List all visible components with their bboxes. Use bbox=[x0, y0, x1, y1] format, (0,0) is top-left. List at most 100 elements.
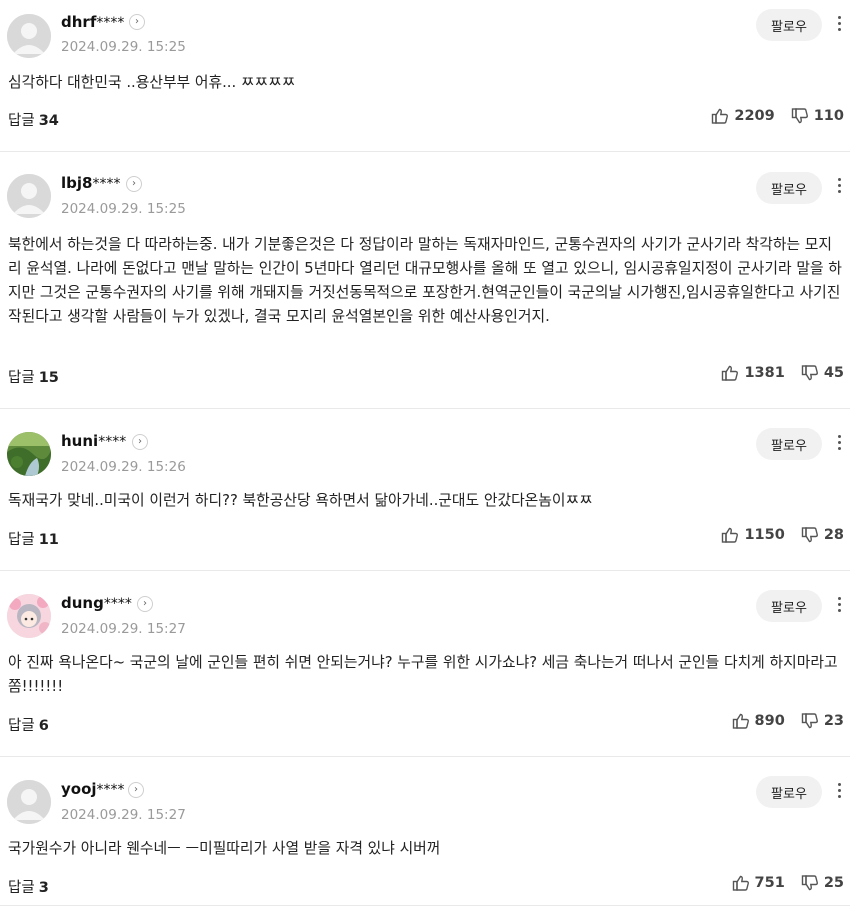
reply-label: 답글 bbox=[8, 718, 35, 734]
reply-button[interactable]: 답글 3 bbox=[8, 876, 49, 897]
dislike-count: 28 bbox=[823, 527, 844, 543]
follow-button[interactable]: 팔로우 bbox=[756, 776, 822, 808]
like-count: 2209 bbox=[734, 108, 775, 124]
reply-button[interactable]: 답글 11 bbox=[8, 528, 59, 549]
username-mask: **** bbox=[96, 15, 125, 31]
dislike-button[interactable]: 110 bbox=[791, 107, 844, 125]
follow-button[interactable]: 팔로우 bbox=[756, 590, 822, 622]
comment-item: dung**** › 2024.09.29. 15:27 팔로우 아 진짜 욕나… bbox=[0, 571, 850, 757]
thumbs-up-icon bbox=[721, 526, 744, 544]
reply-label: 답글 bbox=[8, 532, 35, 548]
like-count: 1150 bbox=[744, 527, 785, 543]
reply-count: 6 bbox=[38, 718, 49, 734]
reply-button[interactable]: 답글 6 bbox=[8, 714, 49, 735]
chevron-right-icon[interactable]: › bbox=[137, 596, 153, 612]
dislike-count: 110 bbox=[813, 108, 844, 124]
dislike-button[interactable]: 45 bbox=[801, 364, 844, 382]
reply-label: 답글 bbox=[8, 880, 35, 896]
username[interactable]: dhrf**** bbox=[61, 13, 124, 31]
thumbs-up-icon bbox=[721, 364, 744, 382]
avatar[interactable] bbox=[7, 174, 51, 218]
username-mask: **** bbox=[98, 434, 127, 450]
comment-date: 2024.09.29. 15:25 bbox=[61, 39, 186, 55]
comment-date: 2024.09.29. 15:27 bbox=[61, 807, 186, 823]
reply-button[interactable]: 답글 15 bbox=[8, 366, 59, 387]
thumbs-down-icon bbox=[791, 107, 814, 125]
comment-date: 2024.09.29. 15:27 bbox=[61, 621, 186, 637]
more-vertical-icon[interactable] bbox=[829, 433, 849, 457]
vote-group: 751 25 bbox=[732, 874, 844, 892]
dislike-button[interactable]: 28 bbox=[801, 526, 844, 544]
reply-button[interactable]: 답글 34 bbox=[8, 109, 59, 130]
username-text: huni bbox=[61, 432, 99, 450]
thumbs-up-icon bbox=[732, 712, 755, 730]
reply-count: 11 bbox=[38, 532, 59, 548]
comment-text: 아 진짜 욕나온다~ 국군의 날에 군인들 편히 쉬면 안되는거냐? 누구를 위… bbox=[8, 654, 838, 695]
thumbs-down-icon bbox=[801, 712, 824, 730]
thumbs-down-icon bbox=[801, 526, 824, 544]
avatar[interactable] bbox=[7, 780, 51, 824]
comment-item: lbj8**** › 2024.09.29. 15:25 팔로우 북한에서 하는… bbox=[0, 152, 850, 409]
like-button[interactable]: 1381 bbox=[721, 364, 785, 382]
more-vertical-icon[interactable] bbox=[829, 176, 849, 200]
thumbs-up-icon bbox=[732, 874, 755, 892]
chevron-right-icon[interactable]: › bbox=[126, 176, 142, 192]
avatar[interactable] bbox=[7, 14, 51, 58]
comment-text: 심각하다 대한민국 ..용산부부 어휴... ㅉㅉㅉㅉ bbox=[8, 74, 296, 91]
vote-group: 890 23 bbox=[732, 712, 844, 730]
avatar[interactable] bbox=[7, 432, 51, 476]
reply-label: 답글 bbox=[8, 370, 35, 386]
dislike-count: 25 bbox=[823, 875, 844, 891]
thumbs-down-icon bbox=[801, 874, 824, 892]
username-mask: **** bbox=[103, 596, 132, 612]
dislike-button[interactable]: 23 bbox=[801, 712, 844, 730]
username[interactable]: lbj8**** bbox=[61, 174, 120, 192]
chevron-right-icon[interactable]: › bbox=[128, 782, 144, 798]
like-count: 890 bbox=[754, 713, 785, 729]
username-mask: **** bbox=[92, 176, 121, 192]
dislike-count: 45 bbox=[823, 365, 844, 381]
username[interactable]: dung**** bbox=[61, 594, 132, 612]
like-count: 751 bbox=[754, 875, 785, 891]
like-button[interactable]: 751 bbox=[732, 874, 785, 892]
comment-item: dhrf**** › 2024.09.29. 15:25 팔로우 심각하다 대한… bbox=[0, 0, 850, 152]
dislike-count: 23 bbox=[823, 713, 844, 729]
chevron-right-icon[interactable]: › bbox=[132, 434, 148, 450]
vote-group: 2209 110 bbox=[711, 107, 844, 125]
more-vertical-icon[interactable] bbox=[829, 14, 849, 38]
more-vertical-icon[interactable] bbox=[829, 595, 849, 619]
avatar[interactable] bbox=[7, 594, 51, 638]
like-count: 1381 bbox=[744, 365, 785, 381]
username-text: yooj bbox=[61, 780, 97, 798]
comment-date: 2024.09.29. 15:25 bbox=[61, 201, 186, 217]
comment-date: 2024.09.29. 15:26 bbox=[61, 459, 186, 475]
like-button[interactable]: 890 bbox=[732, 712, 785, 730]
username-text: lbj8 bbox=[61, 174, 93, 192]
vote-group: 1150 28 bbox=[721, 526, 844, 544]
username-text: dhrf bbox=[61, 13, 97, 31]
dislike-button[interactable]: 25 bbox=[801, 874, 844, 892]
username-mask: **** bbox=[96, 782, 125, 798]
follow-button[interactable]: 팔로우 bbox=[756, 172, 822, 204]
more-vertical-icon[interactable] bbox=[829, 781, 849, 805]
like-button[interactable]: 1150 bbox=[721, 526, 785, 544]
username-text: dung bbox=[61, 594, 104, 612]
reply-count: 3 bbox=[38, 880, 49, 896]
comment-text: 북한에서 하는것을 다 따라하는중. 내가 기분좋은것은 다 정답이라 말하는 … bbox=[8, 236, 842, 325]
comment-item: yooj**** › 2024.09.29. 15:27 팔로우 국가원수가 아… bbox=[0, 757, 850, 906]
chevron-right-icon[interactable]: › bbox=[129, 14, 145, 30]
comment-text: 독재국가 맞네..미국이 이런거 하디?? 북한공산당 욕하면서 닮아가네..군… bbox=[8, 492, 593, 509]
username[interactable]: yooj**** bbox=[61, 780, 125, 798]
comment-item: huni**** › 2024.09.29. 15:26 팔로우 독재국가 맞네… bbox=[0, 409, 850, 571]
username[interactable]: huni**** bbox=[61, 432, 126, 450]
reply-label: 답글 bbox=[8, 113, 35, 129]
reply-count: 34 bbox=[38, 113, 59, 129]
reply-count: 15 bbox=[38, 370, 59, 386]
thumbs-up-icon bbox=[711, 107, 734, 125]
like-button[interactable]: 2209 bbox=[711, 107, 775, 125]
follow-button[interactable]: 팔로우 bbox=[756, 9, 822, 41]
follow-button[interactable]: 팔로우 bbox=[756, 428, 822, 460]
vote-group: 1381 45 bbox=[721, 364, 844, 382]
comment-text: 국가원수가 아니라 웬수네ㅡ ㅡ미필따리가 사열 받을 자격 있냐 시버꺼 bbox=[8, 840, 441, 857]
thumbs-down-icon bbox=[801, 364, 824, 382]
